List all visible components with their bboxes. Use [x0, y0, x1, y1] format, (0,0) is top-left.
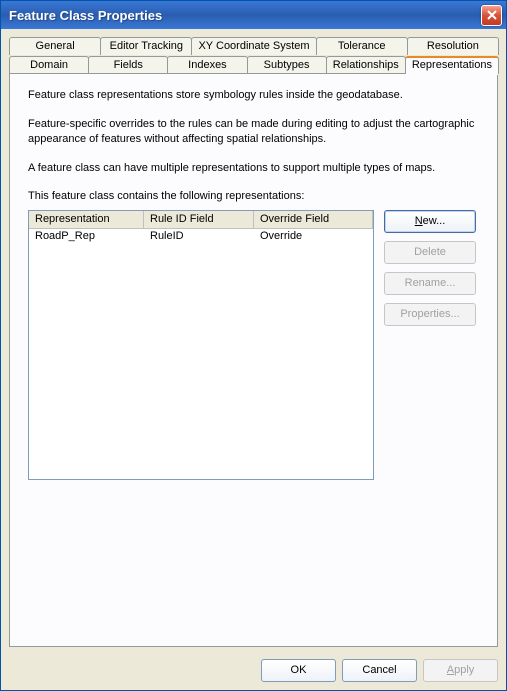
dialog-button-bar: OK Cancel Apply — [1, 653, 506, 690]
apply-button: Apply — [423, 659, 498, 682]
tab-general[interactable]: General — [9, 37, 101, 55]
tab-editor-tracking[interactable]: Editor Tracking — [100, 37, 192, 55]
ok-button[interactable]: OK — [261, 659, 336, 682]
new-button[interactable]: New... — [384, 210, 476, 233]
tab-fields[interactable]: Fields — [88, 56, 168, 74]
titlebar: Feature Class Properties — [1, 1, 506, 29]
tab-domain[interactable]: Domain — [9, 56, 89, 74]
close-icon — [487, 10, 497, 20]
cell-rule: RuleID — [144, 229, 254, 245]
cancel-button[interactable]: Cancel — [342, 659, 417, 682]
tab-row-1: General Editor Tracking XY Coordinate Sy… — [9, 37, 498, 55]
column-header-representation[interactable]: Representation — [29, 211, 144, 228]
close-button[interactable] — [481, 5, 502, 26]
column-header-override[interactable]: Override Field — [254, 211, 373, 228]
representations-listview[interactable]: Representation Rule ID Field Override Fi… — [28, 210, 374, 480]
window-title: Feature Class Properties — [9, 8, 481, 23]
column-header-ruleid[interactable]: Rule ID Field — [144, 211, 254, 228]
mid-row: Representation Rule ID Field Override Fi… — [28, 210, 479, 480]
rename-button: Rename... — [384, 272, 476, 295]
tab-row-2: Domain Fields Indexes Subtypes Relations… — [9, 56, 498, 74]
tab-representations[interactable]: Representations — [405, 56, 499, 74]
dialog-content: General Editor Tracking XY Coordinate Sy… — [1, 29, 506, 653]
intro-paragraph-1: Feature class representations store symb… — [28, 88, 479, 103]
properties-button: Properties... — [384, 303, 476, 326]
list-row[interactable]: RoadP_Rep RuleID Override — [29, 229, 373, 245]
delete-button: Delete — [384, 241, 476, 264]
cell-over: Override — [254, 229, 373, 245]
side-button-column: New... Delete Rename... Properties... — [384, 210, 476, 480]
tab-resolution[interactable]: Resolution — [407, 37, 499, 55]
tab-xy-coord[interactable]: XY Coordinate System — [191, 37, 316, 55]
cell-rep: RoadP_Rep — [29, 229, 144, 245]
intro-paragraph-2: Feature-specific overrides to the rules … — [28, 117, 479, 147]
list-caption: This feature class contains the followin… — [28, 189, 479, 204]
tabstrip: General Editor Tracking XY Coordinate Sy… — [9, 37, 498, 73]
tab-relationships[interactable]: Relationships — [326, 56, 406, 74]
listview-header: Representation Rule ID Field Override Fi… — [29, 211, 373, 229]
tab-indexes[interactable]: Indexes — [167, 56, 247, 74]
dialog-window: Feature Class Properties General Editor … — [0, 0, 507, 691]
tab-subtypes[interactable]: Subtypes — [247, 56, 327, 74]
tab-tolerance[interactable]: Tolerance — [316, 37, 408, 55]
tab-panel-representations: Feature class representations store symb… — [9, 73, 498, 647]
intro-paragraph-3: A feature class can have multiple repres… — [28, 161, 479, 176]
